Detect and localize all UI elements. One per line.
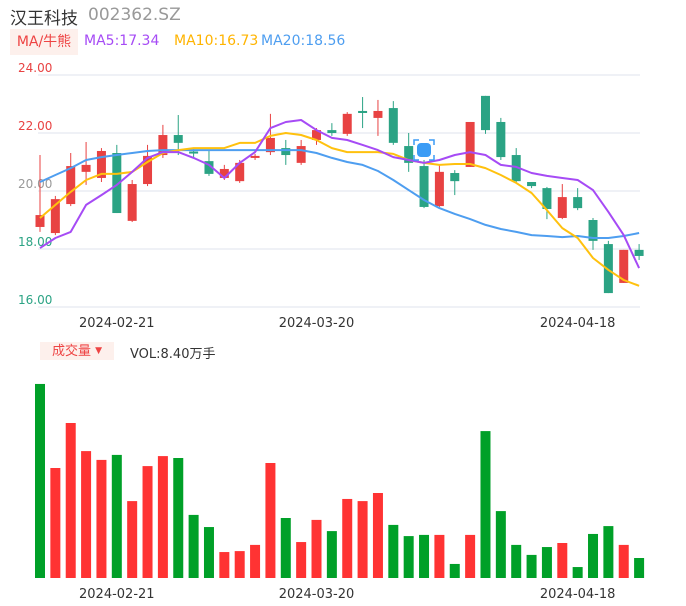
x-axis-label: 2024-04-18	[540, 587, 616, 602]
volume-bar	[511, 544, 522, 578]
candle-body	[173, 135, 183, 143]
volume-bar	[388, 524, 399, 578]
volume-bar	[372, 493, 383, 578]
x-axis-label: 2024-02-21	[79, 316, 155, 331]
candle-body	[81, 164, 91, 172]
volume-bar	[634, 558, 645, 578]
volume-bar	[603, 526, 614, 578]
y-axis-label: 16.00	[18, 293, 52, 307]
volume-bar	[111, 454, 122, 578]
volume-value: VOL:8.40万手	[130, 347, 216, 362]
volume-bar	[588, 533, 599, 578]
volume-bar	[265, 463, 276, 578]
volume-bar	[96, 459, 107, 578]
volume-bar	[35, 383, 45, 578]
volume-bar	[449, 563, 460, 578]
candlestick-chart[interactable]: 24.0022.0020.0018.0016.002024-02-212024-…	[0, 0, 686, 606]
volume-label: 成交量	[51, 344, 91, 359]
volume-bar	[173, 458, 184, 578]
volume-bar	[465, 534, 476, 578]
candle-body	[634, 249, 644, 256]
candle-body	[189, 151, 199, 154]
y-axis-label: 22.00	[18, 119, 52, 133]
volume-bar	[434, 534, 445, 578]
candle-body	[450, 173, 460, 182]
volume-bar	[526, 554, 537, 578]
candle-body	[496, 121, 506, 158]
stock-chart-widget: 汉王科技 002362.SZ MA/牛熊 MA5:17.34 MA10:16.7…	[0, 0, 686, 606]
volume-bar	[157, 456, 168, 578]
candle-body	[127, 184, 137, 221]
volume-bar	[357, 501, 368, 578]
y-axis-label: 18.00	[18, 235, 52, 249]
candle-body	[465, 121, 475, 167]
volume-bar	[618, 544, 629, 578]
x-axis-label: 2024-02-21	[79, 587, 155, 602]
candle-body	[434, 171, 444, 207]
volume-bar	[50, 468, 61, 578]
candle-body	[250, 155, 260, 158]
volume-bar	[572, 567, 583, 578]
volume-bar	[342, 498, 353, 578]
x-axis-label: 2024-04-18	[540, 316, 616, 331]
volume-bar	[234, 551, 245, 578]
volume-bar	[403, 536, 414, 578]
volume-bar	[326, 531, 337, 578]
y-axis-label: 24.00	[18, 61, 52, 75]
candle-body	[327, 130, 337, 133]
candle-body	[573, 197, 583, 209]
shield-marker-icon[interactable]	[413, 139, 435, 161]
volume-bar	[557, 543, 568, 578]
volume-bar	[219, 552, 230, 578]
volume-bar	[280, 518, 291, 578]
volume-bar	[127, 501, 138, 578]
candle-body	[358, 110, 368, 113]
volume-bar	[203, 527, 214, 578]
candle-body	[527, 182, 537, 187]
volume-bar	[311, 519, 322, 578]
candle-body	[296, 146, 306, 163]
x-axis-label: 2024-03-20	[279, 587, 355, 602]
candle-body	[388, 108, 398, 143]
volume-indicator-button[interactable]: 成交量 ▼	[40, 342, 114, 360]
volume-bar	[81, 451, 92, 578]
volume-bar	[142, 466, 153, 578]
volume-bar	[188, 514, 199, 578]
candle-body	[373, 110, 383, 118]
candle-body	[66, 166, 76, 205]
candle-body	[342, 113, 352, 134]
volume-bar	[250, 544, 261, 578]
volume-bar	[541, 547, 552, 578]
volume-bar	[495, 511, 506, 578]
volume-bar	[296, 542, 307, 578]
candle-body	[557, 197, 567, 218]
volume-bar	[480, 431, 491, 578]
dropdown-arrow-icon: ▼	[95, 346, 103, 356]
volume-bar	[419, 534, 430, 578]
x-axis-label: 2024-03-20	[279, 316, 355, 331]
candle-body	[480, 95, 490, 131]
volume-bar	[65, 423, 76, 578]
